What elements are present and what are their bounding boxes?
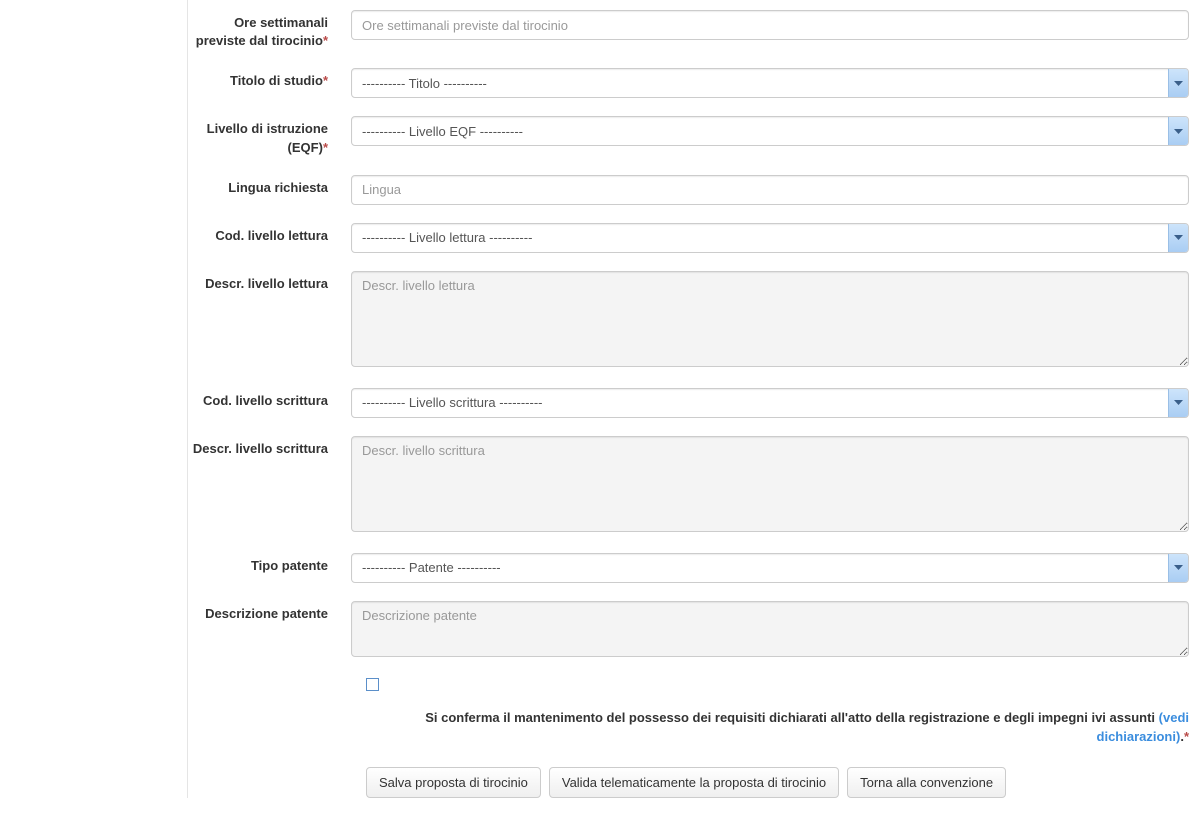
row-titolo: Titolo di studio* ---------- Titolo ----… — [188, 68, 1199, 98]
titolo-select[interactable]: ---------- Titolo ---------- — [351, 68, 1189, 98]
label-cod-scrittura: Cod. livello scrittura — [188, 388, 343, 410]
row-descr-patente: Descrizione patente — [188, 601, 1199, 660]
save-button[interactable]: Salva proposta di tirocinio — [366, 767, 541, 798]
back-button[interactable]: Torna alla convenzione — [847, 767, 1006, 798]
validate-button[interactable]: Valida telematicamente la proposta di ti… — [549, 767, 839, 798]
label-tipo-patente: Tipo patente — [188, 553, 343, 575]
form-area: Ore settimanali previste dal tirocinio* … — [187, 0, 1199, 798]
label-descr-scrittura: Descr. livello scrittura — [188, 436, 343, 458]
confirmation-text: Si conferma il mantenimento del possesso… — [188, 708, 1199, 747]
label-livello-eqf: Livello di istruzione (EQF)* — [188, 116, 343, 156]
required-marker: * — [1184, 729, 1189, 744]
tipo-patente-select[interactable]: ---------- Patente ---------- — [351, 553, 1189, 583]
row-cod-scrittura: Cod. livello scrittura ---------- Livell… — [188, 388, 1199, 418]
row-descr-scrittura: Descr. livello scrittura — [188, 436, 1199, 535]
required-marker: * — [323, 73, 328, 88]
row-ore: Ore settimanali previste dal tirocinio* — [188, 10, 1199, 50]
label-descr-patente: Descrizione patente — [188, 601, 343, 623]
descr-patente-textarea[interactable] — [351, 601, 1189, 657]
label-cod-lettura: Cod. livello lettura — [188, 223, 343, 245]
label-ore: Ore settimanali previste dal tirocinio* — [188, 10, 343, 50]
label-descr-lettura: Descr. livello lettura — [188, 271, 343, 293]
row-tipo-patente: Tipo patente ---------- Patente --------… — [188, 553, 1199, 583]
row-lingua: Lingua richiesta — [188, 175, 1199, 205]
label-titolo: Titolo di studio* — [188, 68, 343, 90]
descr-lettura-textarea[interactable] — [351, 271, 1189, 367]
row-cod-lettura: Cod. livello lettura ---------- Livello … — [188, 223, 1199, 253]
livello-eqf-select[interactable]: ---------- Livello EQF ---------- — [351, 116, 1189, 146]
lingua-input[interactable] — [351, 175, 1189, 205]
row-livello-eqf: Livello di istruzione (EQF)* ---------- … — [188, 116, 1199, 156]
label-lingua: Lingua richiesta — [188, 175, 343, 197]
cod-scrittura-select[interactable]: ---------- Livello scrittura ---------- — [351, 388, 1189, 418]
cod-lettura-select[interactable]: ---------- Livello lettura ---------- — [351, 223, 1189, 253]
ore-input[interactable] — [351, 10, 1189, 40]
confirm-checkbox[interactable] — [366, 678, 379, 691]
required-marker: * — [323, 33, 328, 48]
button-row: Salva proposta di tirocinio Valida telem… — [188, 767, 1199, 798]
descr-scrittura-textarea[interactable] — [351, 436, 1189, 532]
required-marker: * — [323, 140, 328, 155]
row-descr-lettura: Descr. livello lettura — [188, 271, 1199, 370]
